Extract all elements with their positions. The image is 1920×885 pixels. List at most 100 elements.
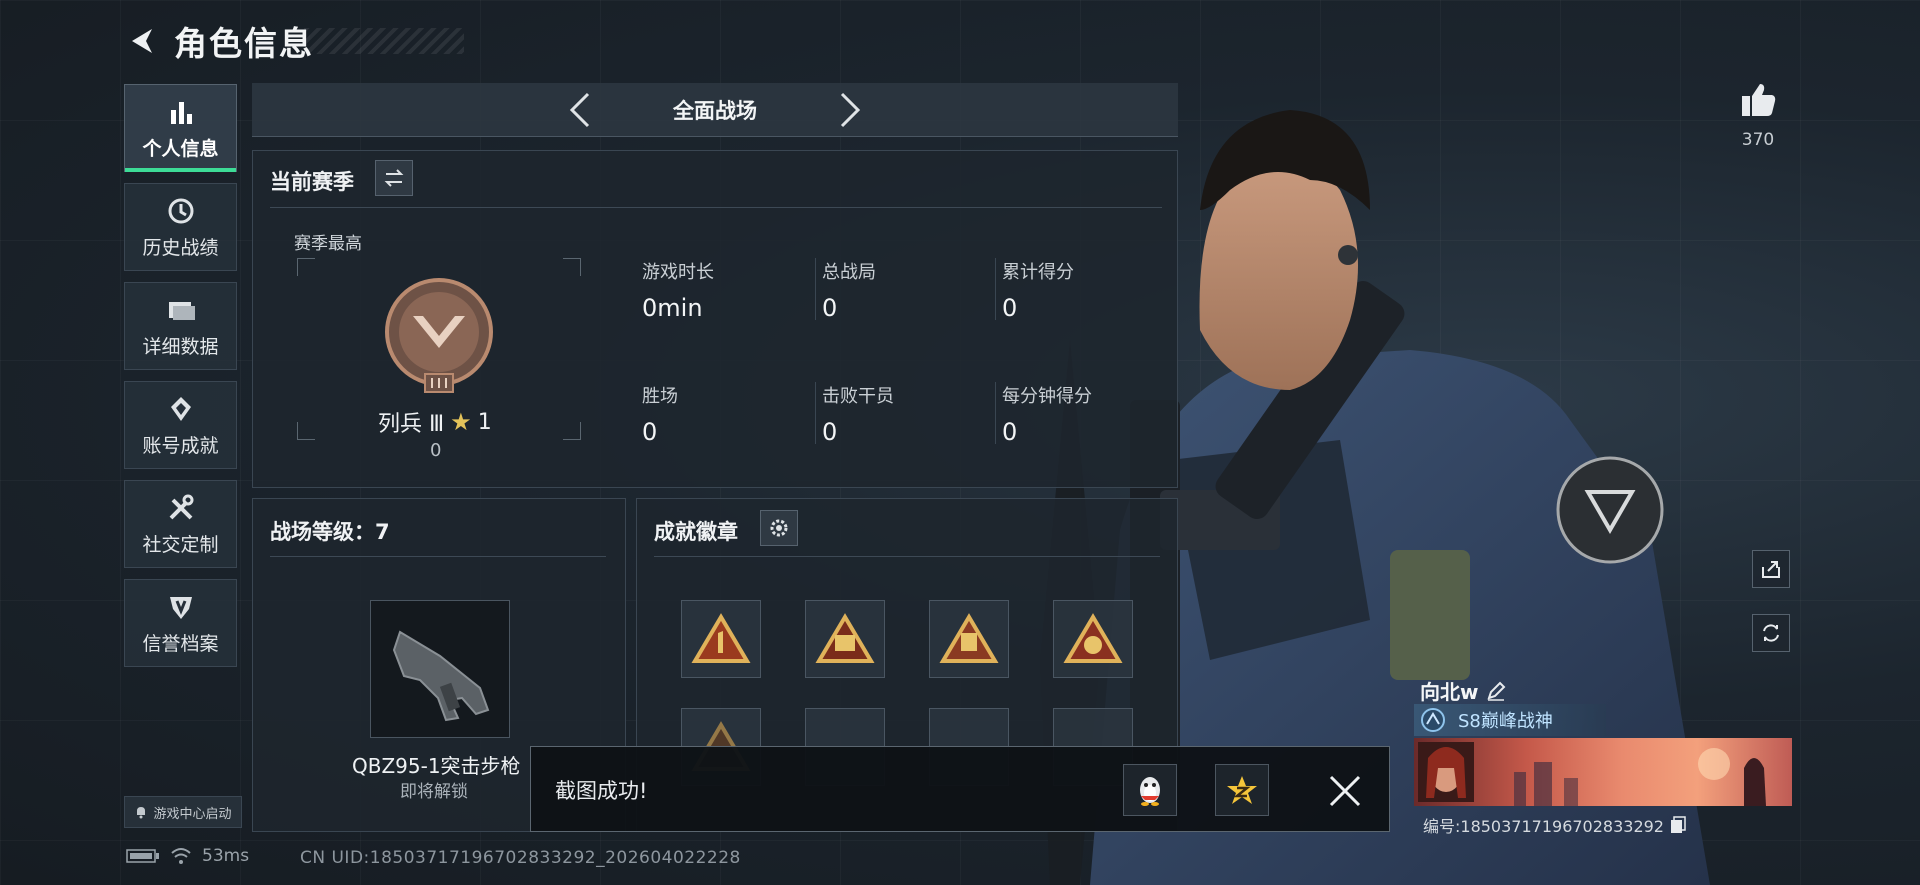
achievement-settings-button[interactable] <box>760 510 798 546</box>
share-qq-button[interactable] <box>1123 764 1177 816</box>
copy-icon[interactable] <box>1670 816 1686 834</box>
sidebar-item-credit[interactable]: 信誉档案 <box>124 579 237 667</box>
close-icon[interactable] <box>1323 769 1367 813</box>
badge-rank-1-icon <box>691 613 751 663</box>
frame-corner <box>563 422 581 440</box>
game-center-launch-button[interactable]: 游戏中心启动 <box>124 796 242 828</box>
weapon-unlock-slot[interactable] <box>370 600 510 738</box>
stat-separator <box>995 382 996 444</box>
stat-value: 0min <box>642 294 703 322</box>
player-title-tag: S8巅峰战神 <box>1414 704 1606 736</box>
stat-wins: 胜场 0 <box>642 382 812 446</box>
divider <box>654 556 1160 557</box>
title-decoration <box>304 28 464 54</box>
sidebar-item-personal-info[interactable]: 个人信息 <box>124 84 237 172</box>
credit-shield-icon <box>169 596 192 619</box>
title-emblem-icon <box>1421 708 1445 732</box>
like-count: 370 <box>1741 130 1775 150</box>
cn-uid: CN UID:18503717196702833292_202604022228 <box>300 848 741 868</box>
achievement-icon <box>170 396 191 421</box>
stat-value: 0 <box>822 418 838 446</box>
mode-selector: 全面战场 <box>252 83 1178 137</box>
player-name: 向北w <box>1420 676 1506 705</box>
stat-value: 0 <box>1002 418 1018 446</box>
battlefield-level-title: 战场等级：7 <box>270 520 390 544</box>
folder-icon <box>168 301 195 320</box>
system-status-bar: 53ms <box>126 846 249 866</box>
bar-chart-icon <box>170 101 192 124</box>
history-clock-icon <box>168 198 193 223</box>
page-title: 角色信息 <box>174 24 314 63</box>
stat-separator <box>995 258 996 320</box>
sidebar-item-label: 社交定制 <box>142 533 219 556</box>
stat-label: 游戏时长 <box>642 262 714 283</box>
back-arrow-icon[interactable] <box>122 21 162 61</box>
page-header: 角色信息 <box>122 16 464 66</box>
switch-season-button[interactable] <box>375 160 413 196</box>
rank-name: 列兵 Ⅲ ★ 1 <box>378 406 492 438</box>
player-card-id: 编号:18503717196702833292 <box>1423 813 1686 837</box>
stat-total-score: 累计得分 0 <box>1002 258 1172 322</box>
share-qzone-button[interactable] <box>1215 764 1269 816</box>
stat-label: 每分钟得分 <box>1002 386 1092 407</box>
badge-s6-icon <box>1063 613 1123 663</box>
rotate-model-button[interactable] <box>1752 614 1790 652</box>
achievement-badge[interactable] <box>805 600 885 678</box>
player-banner[interactable] <box>1414 738 1792 806</box>
mode-label: 全面战场 <box>673 98 757 123</box>
stat-play-time: 游戏时长 0min <box>642 258 812 322</box>
battery-icon <box>126 849 159 863</box>
card-id-text: 编号:18503717196702833292 <box>1423 817 1664 836</box>
divider <box>270 207 1162 208</box>
rank-title: 列兵 Ⅲ <box>378 412 445 437</box>
stat-separator <box>815 258 816 320</box>
frame-corner <box>563 258 581 276</box>
share-button[interactable] <box>1752 550 1790 588</box>
launch-label: 游戏中心启动 <box>153 806 232 822</box>
star-icon: ★ <box>450 408 472 436</box>
edit-pencil-icon[interactable] <box>1486 681 1506 701</box>
stat-label: 总战局 <box>822 262 876 283</box>
rank-stars: 1 <box>477 409 492 435</box>
player-name-text: 向北w <box>1420 680 1479 704</box>
stat-separator <box>815 382 816 444</box>
ping-value: 53ms <box>202 846 250 866</box>
weapon-name: QBZ95-1突击步枪 <box>352 754 521 778</box>
like-button[interactable] <box>1736 80 1780 124</box>
sidebar-item-social[interactable]: 社交定制 <box>124 480 237 568</box>
rank-points: 0 <box>430 440 442 461</box>
stat-label: 累计得分 <box>1002 262 1074 283</box>
badge-s8-icon <box>815 613 875 663</box>
stat-operators-defeated: 击败干员 0 <box>822 382 992 446</box>
season-high-label: 赛季最高 <box>294 234 362 254</box>
achievement-badge[interactable] <box>681 600 761 678</box>
screenshot-toast: 截图成功! <box>530 746 1390 832</box>
qzone-star-icon <box>1227 776 1257 804</box>
wifi-icon <box>171 848 191 864</box>
toast-message: 截图成功! <box>555 779 648 803</box>
stat-label: 击败干员 <box>822 386 894 407</box>
tools-icon <box>169 494 193 519</box>
rank-emblem-icon <box>385 278 493 393</box>
frame-corner <box>297 422 315 440</box>
season-title: 当前赛季 <box>270 170 354 194</box>
banner-art <box>1418 742 1766 806</box>
sidebar-item-label: 详细数据 <box>142 335 219 358</box>
mode-prev-arrow-icon[interactable] <box>560 90 600 130</box>
sidebar-item-detailed-data[interactable]: 详细数据 <box>124 282 237 370</box>
stat-total-matches: 总战局 0 <box>822 258 992 322</box>
sidebar-item-label: 信誉档案 <box>142 632 219 655</box>
achievement-badge[interactable] <box>929 600 1009 678</box>
achievement-badge[interactable] <box>1053 600 1133 678</box>
swap-icon <box>384 169 404 187</box>
mode-next-arrow-icon[interactable] <box>830 90 870 130</box>
stat-value: 0 <box>642 418 658 446</box>
sidebar-item-achievements[interactable]: 账号成就 <box>124 381 237 469</box>
rifle-icon <box>392 630 490 722</box>
player-title-text: S8巅峰战神 <box>1458 711 1553 732</box>
divider <box>270 556 606 557</box>
refresh-icon <box>1763 624 1779 642</box>
sidebar-item-history[interactable]: 历史战绩 <box>124 183 237 271</box>
stat-label: 胜场 <box>642 386 678 407</box>
sidebar-item-label: 个人信息 <box>142 137 219 160</box>
